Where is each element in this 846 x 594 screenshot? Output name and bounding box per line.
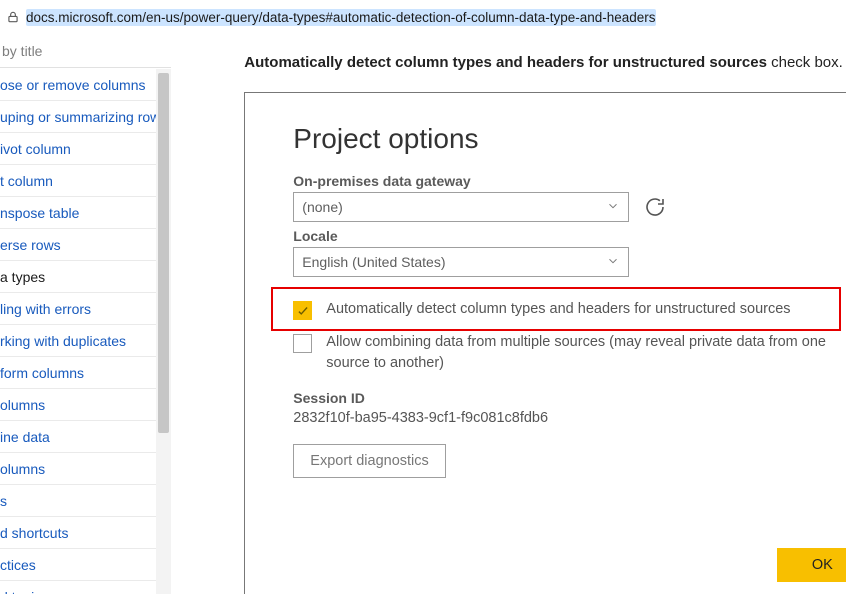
gateway-dropdown[interactable]: (none) [293, 192, 629, 222]
session-id-value: 2832f10f-ba95-4383-9cf1-f9c081c8fdb6 [293, 410, 846, 426]
sidebar-item[interactable]: s [0, 485, 171, 517]
autodetect-label: Automatically detect column types and he… [326, 299, 790, 320]
locale-label: Locale [293, 228, 846, 244]
sidebar-item[interactable]: form columns [0, 357, 171, 389]
sidebar-item[interactable]: olumns [0, 453, 171, 485]
refresh-icon[interactable] [643, 195, 667, 219]
autodetect-checkbox[interactable] [293, 301, 312, 320]
sidebar-item[interactable]: ivot column [0, 133, 171, 165]
locale-dropdown[interactable]: English (United States) [293, 247, 629, 277]
sidebar-item[interactable]: uping or summarizing rows [0, 101, 171, 133]
scroll-thumb[interactable] [158, 73, 169, 433]
sidebar-item[interactable]: ose or remove columns [0, 69, 171, 101]
url-text[interactable]: docs.microsoft.com/en-us/power-query/dat… [26, 9, 656, 26]
sidebar-item[interactable]: t column [0, 165, 171, 197]
gateway-label: On-premises data gateway [293, 173, 846, 189]
gateway-value: (none) [302, 199, 342, 215]
lock-icon [0, 10, 26, 24]
combine-sources-checkbox[interactable] [293, 334, 312, 353]
sidebar-item[interactable]: ine data [0, 421, 171, 453]
intro-tail: check box. [767, 54, 843, 71]
sidebar-scrollbar[interactable] [156, 69, 171, 594]
intro-bold: Automatically detect column types and he… [244, 54, 767, 71]
sidebar-item[interactable]: olumns [0, 389, 171, 421]
chevron-down-icon [606, 199, 620, 216]
nav-list: ose or remove columnsuping or summarizin… [0, 69, 171, 594]
project-options-dialog: Project options On-premises data gateway… [244, 92, 846, 594]
sidebar-item[interactable]: rking with duplicates [0, 325, 171, 357]
dialog-title: Project options [293, 123, 846, 155]
sidebar-item[interactable]: erse rows [0, 229, 171, 261]
sidebar-item[interactable]: d topics [0, 581, 171, 594]
sidebar-item[interactable]: ctices [0, 549, 171, 581]
combine-sources-label: Allow combining data from multiple sourc… [326, 332, 836, 374]
filter-placeholder: by title [2, 43, 42, 59]
filter-input[interactable]: by title [0, 34, 171, 68]
main-content: On the Home tab, select Options, and the… [172, 34, 846, 594]
ok-button[interactable]: OK [777, 548, 846, 582]
sidebar-item[interactable]: ling with errors [0, 293, 171, 325]
chevron-down-icon [606, 254, 620, 271]
sidebar-item[interactable]: d shortcuts [0, 517, 171, 549]
locale-value: English (United States) [302, 254, 445, 270]
intro-line-2: Automatically detect column types and he… [244, 54, 846, 71]
export-diagnostics-button[interactable]: Export diagnostics [293, 444, 445, 478]
sidebar-item[interactable]: a types [0, 261, 171, 293]
address-bar[interactable]: docs.microsoft.com/en-us/power-query/dat… [0, 0, 846, 34]
session-id-label: Session ID [293, 390, 846, 406]
sidebar: by title ose or remove columnsuping or s… [0, 34, 172, 594]
sidebar-item[interactable]: nspose table [0, 197, 171, 229]
